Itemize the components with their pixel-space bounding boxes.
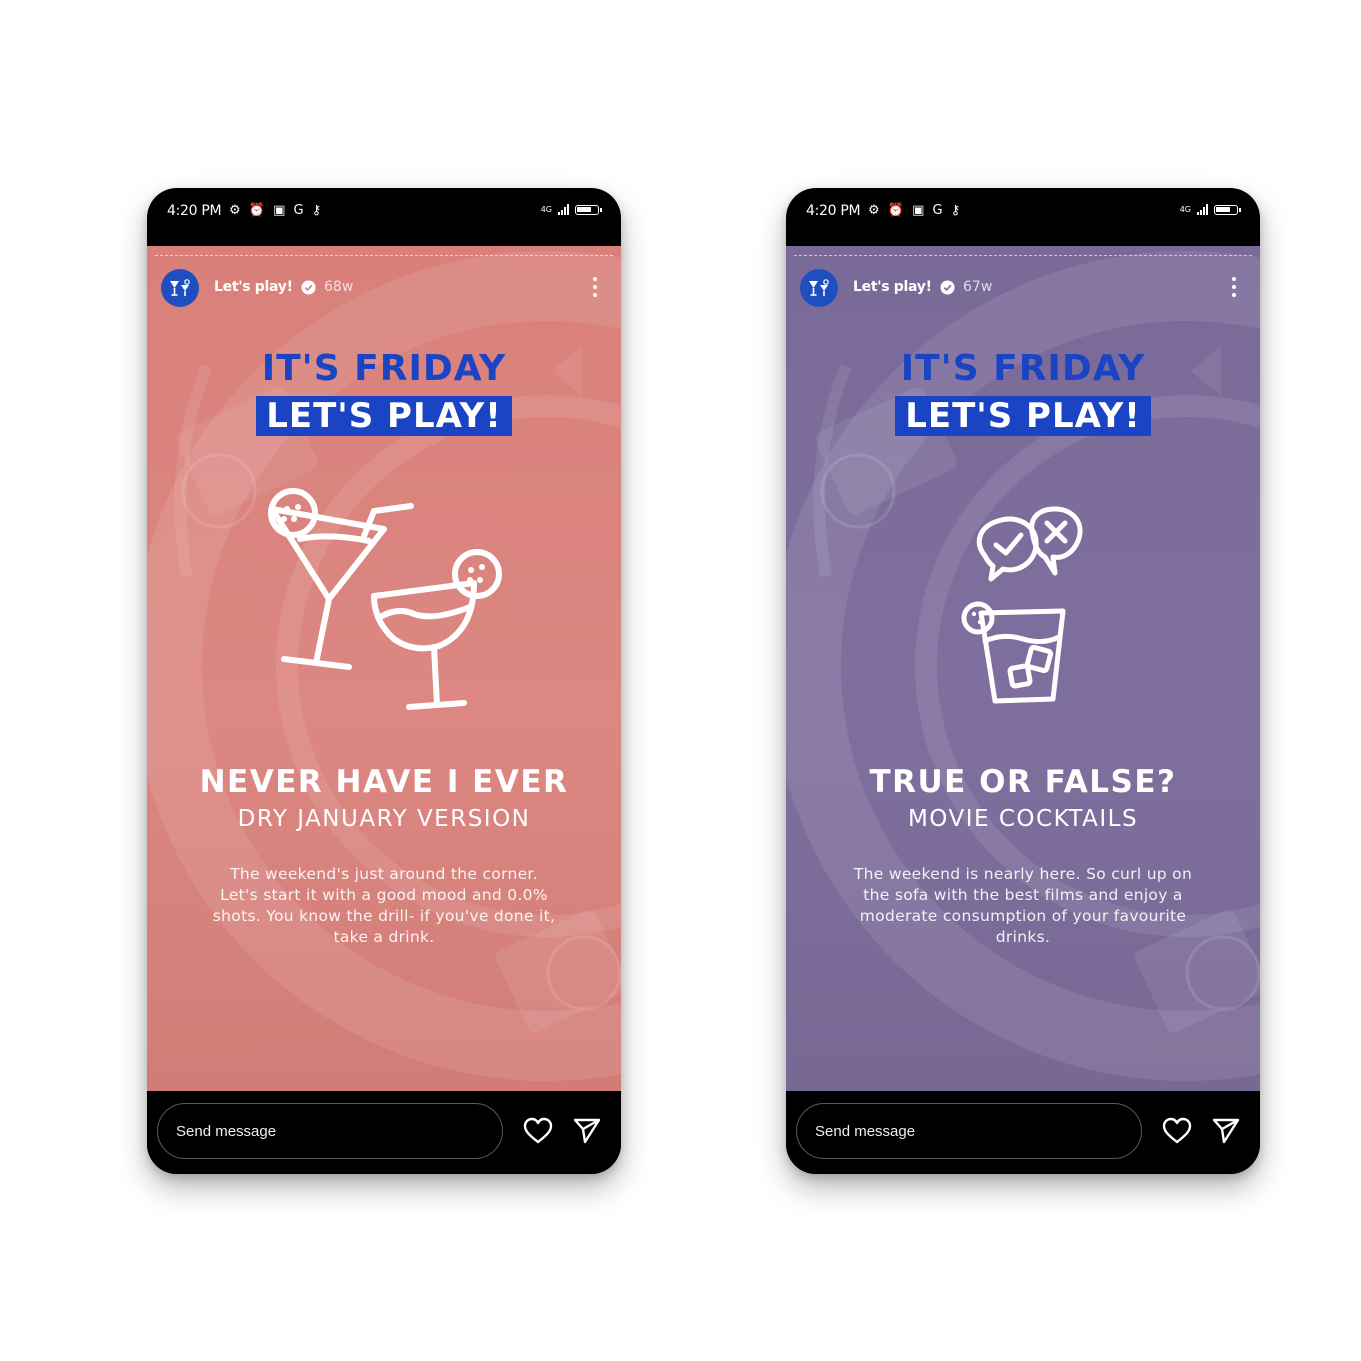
status-icons: ⚙ ⏰ ▣ G ⚷ <box>868 203 963 218</box>
status-icons: ⚙ ⏰ ▣ G ⚷ <box>229 203 324 218</box>
story-content[interactable]: Let's play! 67w IT'S FRIDAY LET'S PLAY! <box>786 246 1260 1091</box>
status-right: 4G <box>540 204 602 215</box>
story-progress-bar <box>794 255 1252 256</box>
cocktail-logo-icon <box>170 279 190 296</box>
headline-lets-play: LET'S PLAY! <box>256 396 512 436</box>
heart-icon[interactable] <box>523 1117 553 1145</box>
account-name[interactable]: Let's play! <box>214 279 293 295</box>
status-bar: 4:20 PM ⚙ ⏰ ▣ G ⚷ 4G <box>147 188 621 244</box>
headline-friday: IT'S FRIDAY <box>900 348 1146 389</box>
send-icon[interactable] <box>1211 1115 1241 1145</box>
phone-story-1: 4:20 PM ⚙ ⏰ ▣ G ⚷ 4G Let's play! 68w IT'… <box>147 188 621 1174</box>
avatar[interactable] <box>800 269 838 307</box>
game-subtitle: MOVIE COCKTAILS <box>907 806 1139 832</box>
game-description: The weekend is nearly here. So curl up o… <box>853 865 1193 946</box>
battery-icon <box>575 204 602 215</box>
game-description: The weekend's just around the corner. Le… <box>212 865 556 946</box>
headline-lets-play-wrap: LET'S PLAY! <box>786 396 1260 436</box>
post-age: 68w <box>324 279 354 295</box>
send-message-input[interactable] <box>796 1103 1142 1159</box>
send-message-input[interactable] <box>157 1103 503 1159</box>
true-false-drink-icon <box>961 506 1083 704</box>
send-icon[interactable] <box>572 1115 602 1145</box>
more-options-icon[interactable] <box>593 277 597 297</box>
game-subtitle: DRY JANUARY VERSION <box>237 806 531 832</box>
story-content[interactable]: Let's play! 68w IT'S FRIDAY LET'S PLAY! <box>147 246 621 1091</box>
headline-lets-play-wrap: LET'S PLAY! <box>147 396 621 436</box>
verified-badge-icon <box>301 280 316 295</box>
story-header: Let's play! 68w <box>161 269 607 309</box>
story-bottom-bar <box>786 1091 1260 1174</box>
status-time: 4:20 PM <box>167 203 222 219</box>
status-bar: 4:20 PM ⚙ ⏰ ▣ G ⚷ 4G <box>786 188 1260 244</box>
game-title: TRUE OR FALSE? <box>869 764 1177 800</box>
status-right: 4G <box>1179 204 1241 215</box>
signal-icon <box>1197 204 1208 215</box>
network-label: 4G <box>1179 205 1191 214</box>
network-label: 4G <box>540 205 552 214</box>
story-bottom-bar <box>147 1091 621 1174</box>
headline-friday: IT'S FRIDAY <box>261 348 507 389</box>
cocktail-glasses-icon <box>268 488 502 710</box>
story-progress-bar <box>155 255 613 256</box>
verified-badge-icon <box>940 280 955 295</box>
heart-icon[interactable] <box>1162 1117 1192 1145</box>
battery-icon <box>1214 204 1241 215</box>
post-age: 67w <box>963 279 993 295</box>
more-options-icon[interactable] <box>1232 277 1236 297</box>
account-name[interactable]: Let's play! <box>853 279 932 295</box>
game-title: NEVER HAVE I EVER <box>199 764 569 800</box>
story-header: Let's play! 67w <box>800 269 1246 309</box>
phone-story-2: 4:20 PM ⚙ ⏰ ▣ G ⚷ 4G Let's play! 67w IT'… <box>786 188 1260 1174</box>
headline-lets-play: LET'S PLAY! <box>895 396 1151 436</box>
cocktail-logo-icon <box>809 279 829 296</box>
signal-icon <box>558 204 569 215</box>
avatar[interactable] <box>161 269 199 307</box>
status-time: 4:20 PM <box>806 203 861 219</box>
